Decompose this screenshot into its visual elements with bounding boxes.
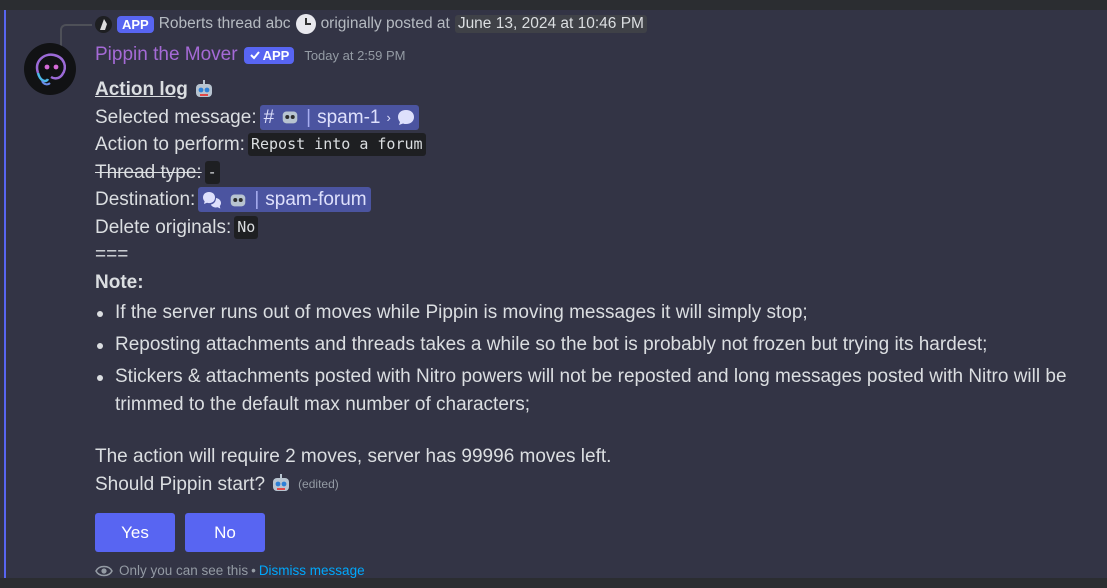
delete-originals-value: No [234, 215, 259, 239]
chevron-right-icon: › [386, 109, 391, 125]
robot-emoji-icon [282, 111, 298, 124]
reply-author[interactable]: Roberts thread abc [159, 15, 291, 33]
action-value: Repost into a forum [247, 133, 426, 157]
notes-list: If the server runs out of moves while Pi… [95, 299, 1095, 419]
note-label: Note: [95, 271, 144, 293]
thread-bubble-icon [397, 110, 414, 126]
reply-reference[interactable]: APP Roberts thread abc originally posted… [95, 13, 647, 35]
moves-text: The action will require 2 moves, server … [95, 446, 612, 467]
message-content: Action log Selected message: # | spam-1 … [95, 76, 1095, 498]
checkmark-icon [249, 51, 260, 60]
reply-posted-date: June 13, 2024 at 10:46 PM [454, 15, 647, 33]
mention-separator: | [306, 106, 312, 128]
robot-emoji-icon [273, 474, 290, 492]
reply-posted-prefix: originally posted at [320, 15, 450, 32]
separator-text: === [95, 244, 129, 265]
reply-app-tag: APP [117, 15, 154, 33]
thread-type-value: - [204, 160, 220, 184]
destination-channel-name: spam-forum [265, 189, 367, 210]
clock-icon [295, 14, 316, 34]
reply-spine [60, 24, 92, 48]
hash-icon: # [263, 106, 275, 128]
selected-channel-name: spam-1 [317, 106, 381, 128]
mention-separator: | [254, 189, 260, 210]
yes-button[interactable]: Yes [95, 513, 175, 552]
start-question: Should Pippin start? [95, 473, 266, 495]
list-item: Stickers & attachments posted with Nitro… [95, 363, 1095, 419]
username[interactable]: Pippin the Mover [95, 44, 238, 66]
avatar[interactable] [24, 43, 76, 95]
selected-message-label: Selected message: [95, 106, 257, 128]
no-button[interactable]: No [185, 513, 265, 552]
selected-message-mention[interactable]: # | spam-1 › [259, 104, 419, 130]
destination-label: Destination: [95, 189, 196, 210]
delete-originals-label: Delete originals: [95, 216, 232, 238]
robot-emoji-icon [231, 194, 246, 207]
message-timestamp[interactable]: Today at 2:59 PM [304, 48, 405, 63]
only-you-text: Only you can see this [119, 563, 249, 578]
edited-marker: (edited) [298, 476, 339, 491]
ephemeral-notice: Only you can see this • Dismiss message [95, 563, 365, 578]
action-log-title: Action log [95, 79, 188, 100]
list-item: Reposting attachments and threads takes … [95, 331, 1095, 359]
footer-bullet: • [251, 563, 256, 578]
forum-icon [203, 191, 222, 209]
list-item: If the server runs out of moves while Pi… [95, 299, 1095, 327]
dismiss-message-link[interactable]: Dismiss message [259, 563, 365, 578]
ephemeral-message: APP Roberts thread abc originally posted… [0, 10, 1107, 578]
thread-type-label: Thread type: [95, 161, 202, 183]
destination-mention[interactable]: | spam-forum [198, 187, 371, 213]
app-tag-label: APP [262, 47, 290, 63]
reply-avatar[interactable] [95, 15, 112, 33]
action-label: Action to perform: [95, 134, 245, 155]
eye-icon [95, 565, 113, 576]
robot-emoji-icon [195, 79, 212, 97]
verified-app-tag: APP [243, 46, 295, 64]
message-header: Pippin the Mover APP Today at 2:59 PM [95, 43, 405, 67]
